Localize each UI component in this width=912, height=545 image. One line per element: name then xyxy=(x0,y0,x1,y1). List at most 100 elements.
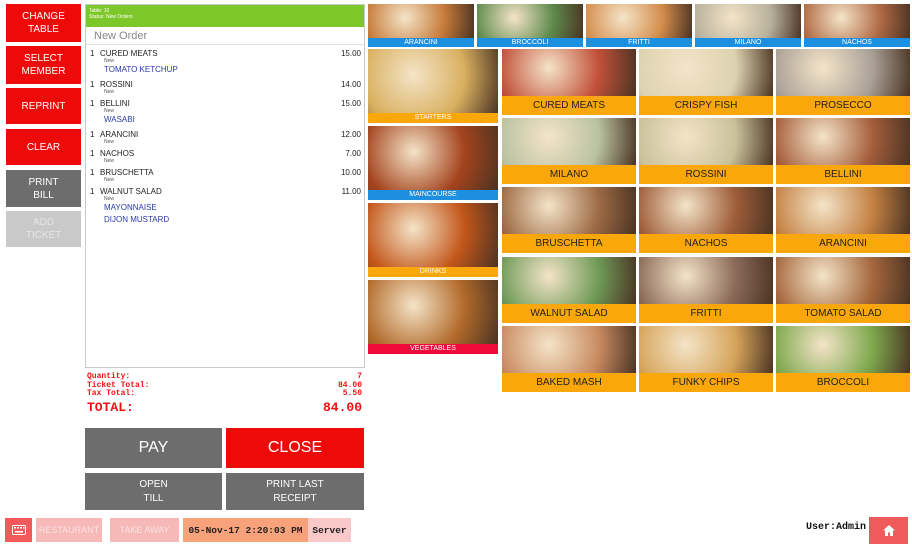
tax-total-value: 5.50 xyxy=(342,389,362,398)
home-button[interactable] xyxy=(869,517,908,544)
ticket-line[interactable]: 1 BELLINI 15.00 New WASABI xyxy=(86,99,364,126)
dish-tile[interactable]: BRUSCHETTA xyxy=(502,187,636,254)
ticket-line[interactable]: 1 WALNUT SALAD 11.00 New MAYONNAISE DIJON MUS… xyxy=(86,187,364,226)
line-modifier: WASABI xyxy=(104,115,135,124)
tile-label: NACHOS xyxy=(639,234,773,254)
tile-label: TOMATO SALAD xyxy=(776,303,910,323)
line-name: ARANCINI xyxy=(100,130,139,139)
dish-tile[interactable]: CRISPY FISH xyxy=(639,49,773,115)
line-name: NACHOS xyxy=(100,149,135,158)
select-member-button[interactable]: SELECT MEMBER xyxy=(6,46,81,84)
tile-image xyxy=(639,187,773,235)
keyboard-button[interactable] xyxy=(5,518,32,542)
tile-image xyxy=(776,325,910,373)
take-away-button[interactable]: TAKE AWAY xyxy=(110,518,179,542)
top-item-tile[interactable]: MILANO xyxy=(695,4,801,47)
line-price: 7.00 xyxy=(345,149,361,158)
tile-image xyxy=(368,49,498,113)
ticket-line[interactable]: 1 ARANCINI 12.00 New xyxy=(86,130,364,145)
ticket-title: New Order xyxy=(86,27,364,45)
tile-label: FRITTI xyxy=(639,303,773,323)
dish-tile[interactable]: TOMATO SALAD xyxy=(776,256,910,323)
tile-label: VEGETABLES xyxy=(368,344,498,354)
close-button[interactable]: CLOSE xyxy=(226,428,364,468)
dish-tile[interactable]: FRITTI xyxy=(639,256,773,323)
user-label: User:Admin xyxy=(805,522,866,533)
tile-label: PROSECCO xyxy=(776,96,910,115)
dish-tile[interactable]: ARANCINI xyxy=(776,187,910,254)
line-qty: 1 xyxy=(90,130,95,139)
line-name: BRUSCHETTA xyxy=(100,168,154,177)
tile-label: ROSSINI xyxy=(639,165,773,185)
tile-image xyxy=(502,325,636,373)
ticket-lines[interactable]: 1 CURED MEATS 15.00 New TOMATO KETCHUP 1 ROSSI… xyxy=(86,49,364,226)
ticket-panel: Table: 10 Status: New Orders New Order 1… xyxy=(85,4,365,368)
tile-label: BROCCOLI xyxy=(477,38,583,47)
top-item-tile[interactable]: ARANCINI xyxy=(368,4,474,47)
top-item-tile[interactable]: FRITTI xyxy=(586,4,692,47)
dish-tile[interactable]: FUNKY CHIPS xyxy=(639,325,773,392)
tile-image xyxy=(368,126,498,190)
dish-tile[interactable]: BAKED MASH xyxy=(502,325,636,392)
line-name: CURED MEATS xyxy=(100,49,158,58)
line-price: 15.00 xyxy=(340,99,361,108)
line-qty: 1 xyxy=(90,80,95,89)
dish-tile[interactable]: CURED MEATS xyxy=(502,49,636,115)
line-qty: 1 xyxy=(90,149,95,158)
ticket-line[interactable]: 1 CURED MEATS 15.00 New TOMATO KETCHUP xyxy=(86,49,364,76)
tile-label: NACHOS xyxy=(804,38,910,47)
total-label: TOTAL: xyxy=(87,399,134,415)
keyboard-icon xyxy=(11,525,26,535)
tile-label: MAINCOURSE xyxy=(368,190,498,200)
dish-tile[interactable]: WALNUT SALAD xyxy=(502,256,636,323)
tile-image xyxy=(586,4,692,38)
total-value: 84.00 xyxy=(322,399,362,415)
tile-image xyxy=(776,187,910,235)
category-tile[interactable]: VEGETABLES xyxy=(368,280,498,354)
tile-label: FRITTI xyxy=(586,38,692,47)
tax-total-label: Tax Total: xyxy=(87,389,136,398)
open-till-button[interactable]: OPEN TILL xyxy=(85,473,222,510)
dish-tile[interactable]: ROSSINI xyxy=(639,118,773,185)
category-tile[interactable]: MAINCOURSE xyxy=(368,126,498,200)
ticket-line[interactable]: 1 BRUSCHETTA 10.00 New xyxy=(86,168,364,183)
line-name: ROSSINI xyxy=(100,80,133,89)
print-bill-button[interactable]: PRINT BILL xyxy=(6,170,81,207)
tile-label: FUNKY CHIPS xyxy=(639,372,773,392)
tile-image xyxy=(502,118,636,166)
ticket-line[interactable]: 1 ROSSINI 14.00 New xyxy=(86,80,364,95)
tile-label: CRISPY FISH xyxy=(639,96,773,115)
dish-tile[interactable]: MILANO xyxy=(502,118,636,185)
category-tile[interactable]: DRINKS xyxy=(368,203,498,277)
category-tile[interactable]: STARTERS xyxy=(368,49,498,123)
line-qty: 1 xyxy=(90,187,95,196)
tile-image xyxy=(695,4,801,38)
line-price: 14.00 xyxy=(340,80,361,89)
dish-tile[interactable]: PROSECCO xyxy=(776,49,910,115)
line-name: BELLINI xyxy=(100,99,130,108)
tile-image xyxy=(477,4,583,38)
reprint-button[interactable]: REPRINT xyxy=(6,88,81,124)
dish-tile[interactable]: NACHOS xyxy=(639,187,773,254)
dish-tile[interactable]: BELLINI xyxy=(776,118,910,185)
tile-image xyxy=(639,118,773,166)
print-last-receipt-button[interactable]: PRINT LAST RECEIPT xyxy=(226,473,364,510)
top-item-tile[interactable]: NACHOS xyxy=(804,4,910,47)
pay-button[interactable]: PAY xyxy=(85,428,222,468)
line-modifier: MAYONNAISE xyxy=(104,203,157,212)
line-qty: 1 xyxy=(90,99,95,108)
change-table-button[interactable]: CHANGE TABLE xyxy=(6,4,81,42)
clear-button[interactable]: CLEAR xyxy=(6,129,81,165)
tile-image xyxy=(368,203,498,267)
ticket-line[interactable]: 1 NACHOS 7.00 New xyxy=(86,149,364,164)
dish-tile[interactable]: BROCCOLI xyxy=(776,325,910,392)
line-price: 15.00 xyxy=(340,49,361,58)
tile-image xyxy=(639,49,773,96)
line-status: New xyxy=(104,158,115,164)
role-badge: Server xyxy=(308,518,351,542)
restaurant-button[interactable]: RESTAURANT xyxy=(36,518,102,542)
tile-label: BAKED MASH xyxy=(502,372,636,392)
top-item-tile[interactable]: BROCCOLI xyxy=(477,4,583,47)
ticket-header: Table: 10 Status: New Orders xyxy=(86,5,364,27)
ticket-status: Status: New Orders xyxy=(89,14,133,20)
